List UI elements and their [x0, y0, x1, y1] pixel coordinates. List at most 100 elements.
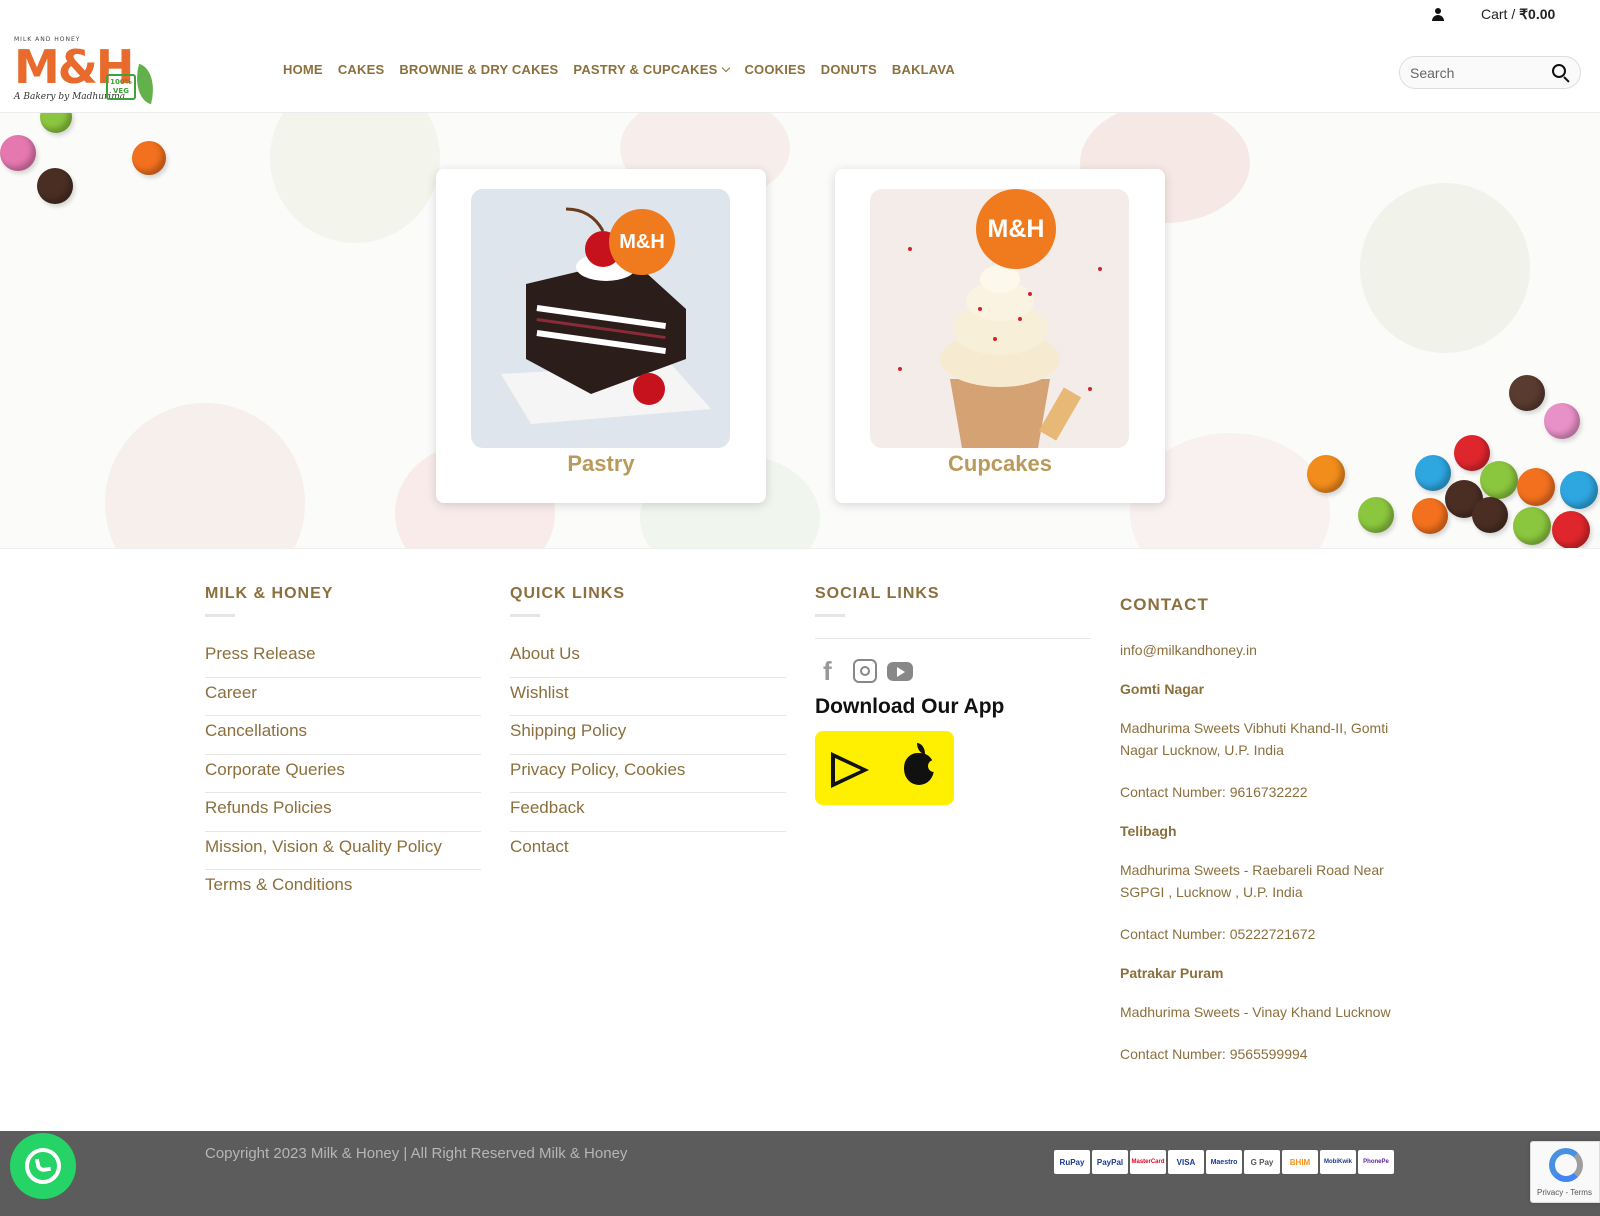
nav-brownie-dry-cakes[interactable]: BROWNIE & DRY CAKES [399, 62, 558, 77]
gpay-icon: G Pay [1244, 1150, 1280, 1174]
youtube-icon[interactable] [887, 661, 913, 681]
site-footer: MILK & HONEY Press Release Career Cancel… [0, 549, 1600, 1131]
location-address: Madhurima Sweets Vibhuti Khand-II, Gomti… [1120, 720, 1389, 758]
footer-link-corporate-queries[interactable]: Corporate Queries [205, 755, 481, 793]
category-card-cupcakes[interactable]: M&H Cupcakes [835, 169, 1165, 503]
footer-col-title: MILK & HONEY [205, 585, 334, 602]
candy-decoration [1517, 468, 1555, 506]
footer-link-terms[interactable]: Terms & Conditions [205, 870, 481, 909]
search-icon[interactable] [1552, 64, 1570, 83]
nav-home[interactable]: HOME [283, 62, 323, 77]
payment-methods: RuPay PayPal MasterCard VISA Maestro G P… [1054, 1150, 1394, 1174]
veg-badge: 100% VEG [106, 74, 136, 100]
footer-link-contact[interactable]: Contact [510, 832, 786, 871]
site-logo[interactable]: MILK AND HONEY M&H A Bakery by Madhurima… [14, 34, 161, 108]
candy-decoration [1358, 497, 1394, 533]
candy-decoration [1544, 403, 1580, 439]
main-nav: HOME CAKES BROWNIE & DRY CAKES PASTRY & … [283, 62, 955, 77]
candy-decoration [37, 168, 73, 204]
footer-col-title: SOCIAL LINKS [815, 585, 940, 602]
category-card-pastry[interactable]: M&H Pastry [436, 169, 766, 503]
visa-icon: VISA [1168, 1150, 1204, 1174]
nav-baklava[interactable]: BAKLAVA [892, 62, 955, 77]
search-input[interactable] [1410, 63, 1550, 83]
location-phone: Contact Number: 9616732222 [1120, 784, 1308, 800]
whatsapp-button[interactable] [10, 1133, 76, 1199]
user-icon-body [1432, 15, 1444, 21]
search-icon-handle [1563, 76, 1570, 83]
footer-link-about-us[interactable]: About Us [510, 639, 786, 678]
nav-cakes[interactable]: CAKES [338, 62, 385, 77]
apple-icon[interactable] [904, 743, 940, 785]
phonepe-icon: PhonePe [1358, 1150, 1394, 1174]
recaptcha-text: Privacy - Terms [1537, 1188, 1592, 1197]
candy-decoration [132, 141, 166, 175]
cart-label: Cart / [1481, 6, 1516, 22]
title-underline [205, 614, 235, 617]
location-name: Telibagh [1120, 823, 1177, 839]
candy-decoration [1307, 455, 1345, 493]
facebook-icon[interactable]: f [823, 658, 843, 684]
category-hero: M&H Pastry M&H Cupcakes [0, 113, 1600, 549]
google-play-icon[interactable] [831, 752, 869, 788]
paypal-icon: PayPal [1092, 1150, 1128, 1174]
chevron-down-icon [722, 63, 731, 72]
pastry-image: M&H [471, 189, 730, 448]
candy-decoration [1509, 375, 1545, 411]
nav-pastry-cupcakes[interactable]: PASTRY & CUPCAKES [573, 62, 731, 77]
title-underline [510, 614, 540, 617]
rupay-icon: RuPay [1054, 1150, 1090, 1174]
cupcake-image: M&H [870, 189, 1129, 448]
footer-col-milk-honey: MILK & HONEY Press Release Career Cancel… [205, 585, 481, 909]
footer-link-shipping-policy[interactable]: Shipping Policy [510, 716, 786, 755]
footer-link-mission-vision[interactable]: Mission, Vision & Quality Policy [205, 832, 481, 870]
cart-total: ₹0.00 [1519, 6, 1556, 22]
footer-link-feedback[interactable]: Feedback [510, 793, 786, 832]
location-phone: Contact Number: 9565599994 [1120, 1046, 1308, 1062]
candy-decoration [1415, 455, 1451, 491]
macaron-decoration [270, 113, 440, 243]
footer-link-career[interactable]: Career [205, 678, 481, 716]
copyright-bar: Copyright 2023 Milk & Honey | All Right … [0, 1131, 1600, 1216]
macaron-decoration [1360, 183, 1530, 353]
nav-pastry-cupcakes-label: PASTRY & CUPCAKES [573, 62, 718, 77]
card-title-cupcakes: Cupcakes [948, 451, 1052, 476]
mastercard-icon: MasterCard [1130, 1150, 1166, 1174]
footer-col-title: CONTACT [1120, 595, 1209, 614]
title-underline [815, 614, 845, 617]
location-address: Madhurima Sweets - Raebareli Road Near S… [1120, 862, 1384, 900]
bhim-icon: BHIM [1282, 1150, 1318, 1174]
contact-email[interactable]: info@milkandhoney.in [1120, 639, 1396, 661]
footer-col-social: SOCIAL LINKS f Download Our App [815, 585, 1091, 805]
footer-col-title: QUICK LINKS [510, 585, 625, 602]
instagram-icon[interactable] [853, 659, 877, 683]
search-box [1399, 56, 1581, 89]
footer-col-quick-links: QUICK LINKS About Us Wishlist Shipping P… [510, 585, 786, 870]
app-download-buttons [815, 731, 954, 805]
pastry-illustration [501, 207, 711, 424]
nav-donuts[interactable]: DONUTS [821, 62, 877, 77]
copyright-text: Copyright 2023 Milk & Honey | All Right … [205, 1145, 628, 1162]
footer-link-cancellations[interactable]: Cancellations [205, 716, 481, 755]
footer-link-press-release[interactable]: Press Release [205, 639, 481, 678]
footer-link-privacy-policy[interactable]: Privacy Policy, Cookies [510, 755, 786, 793]
site-header: MILK AND HONEY M&H A Bakery by Madhurima… [0, 0, 1600, 113]
candy-decoration [40, 113, 72, 133]
footer-link-wishlist[interactable]: Wishlist [510, 678, 786, 716]
footer-col-contact: CONTACT info@milkandhoney.in Gomti Nagar… [1120, 585, 1396, 1065]
mh-badge: M&H [976, 189, 1056, 269]
divider [815, 638, 1091, 639]
footer-links: Press Release Career Cancellations Corpo… [205, 639, 481, 909]
candy-decoration [1472, 497, 1508, 533]
cart-link[interactable]: Cart / ₹0.00 [1481, 6, 1555, 23]
recaptcha-badge[interactable]: Privacy - Terms [1530, 1141, 1600, 1203]
download-app-title: Download Our App [815, 695, 1005, 718]
location-address: Madhurima Sweets - Vinay Khand Lucknow [1120, 1004, 1391, 1020]
location-name: Gomti Nagar [1120, 681, 1205, 697]
footer-link-refunds-policies[interactable]: Refunds Policies [205, 793, 481, 832]
user-account-icon[interactable] [1431, 8, 1445, 22]
candy-decoration [1560, 471, 1598, 509]
candy-decoration [1412, 498, 1448, 534]
nav-cookies[interactable]: COOKIES [744, 62, 805, 77]
candy-decoration [0, 135, 36, 171]
